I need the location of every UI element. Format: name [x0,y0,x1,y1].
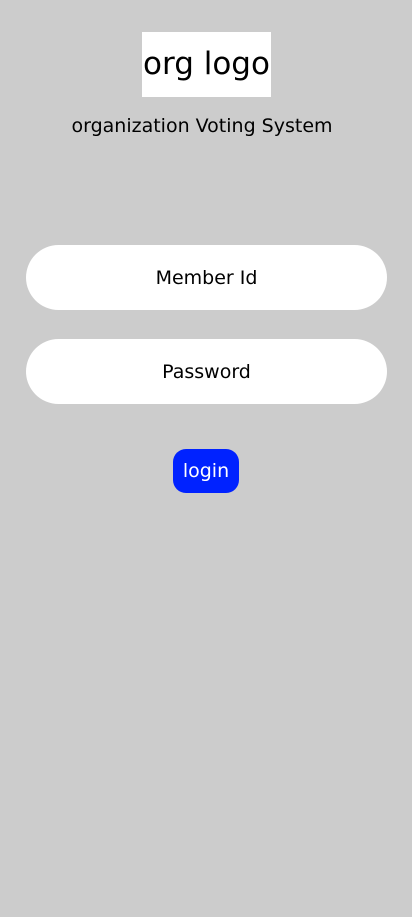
login-button[interactable]: login [173,449,239,493]
org-logo: org logo [142,32,271,97]
app-subtitle: organization Voting System [71,115,333,137]
member-id-input[interactable] [26,245,387,310]
org-logo-text: org logo [143,46,270,82]
password-input[interactable] [26,339,387,404]
